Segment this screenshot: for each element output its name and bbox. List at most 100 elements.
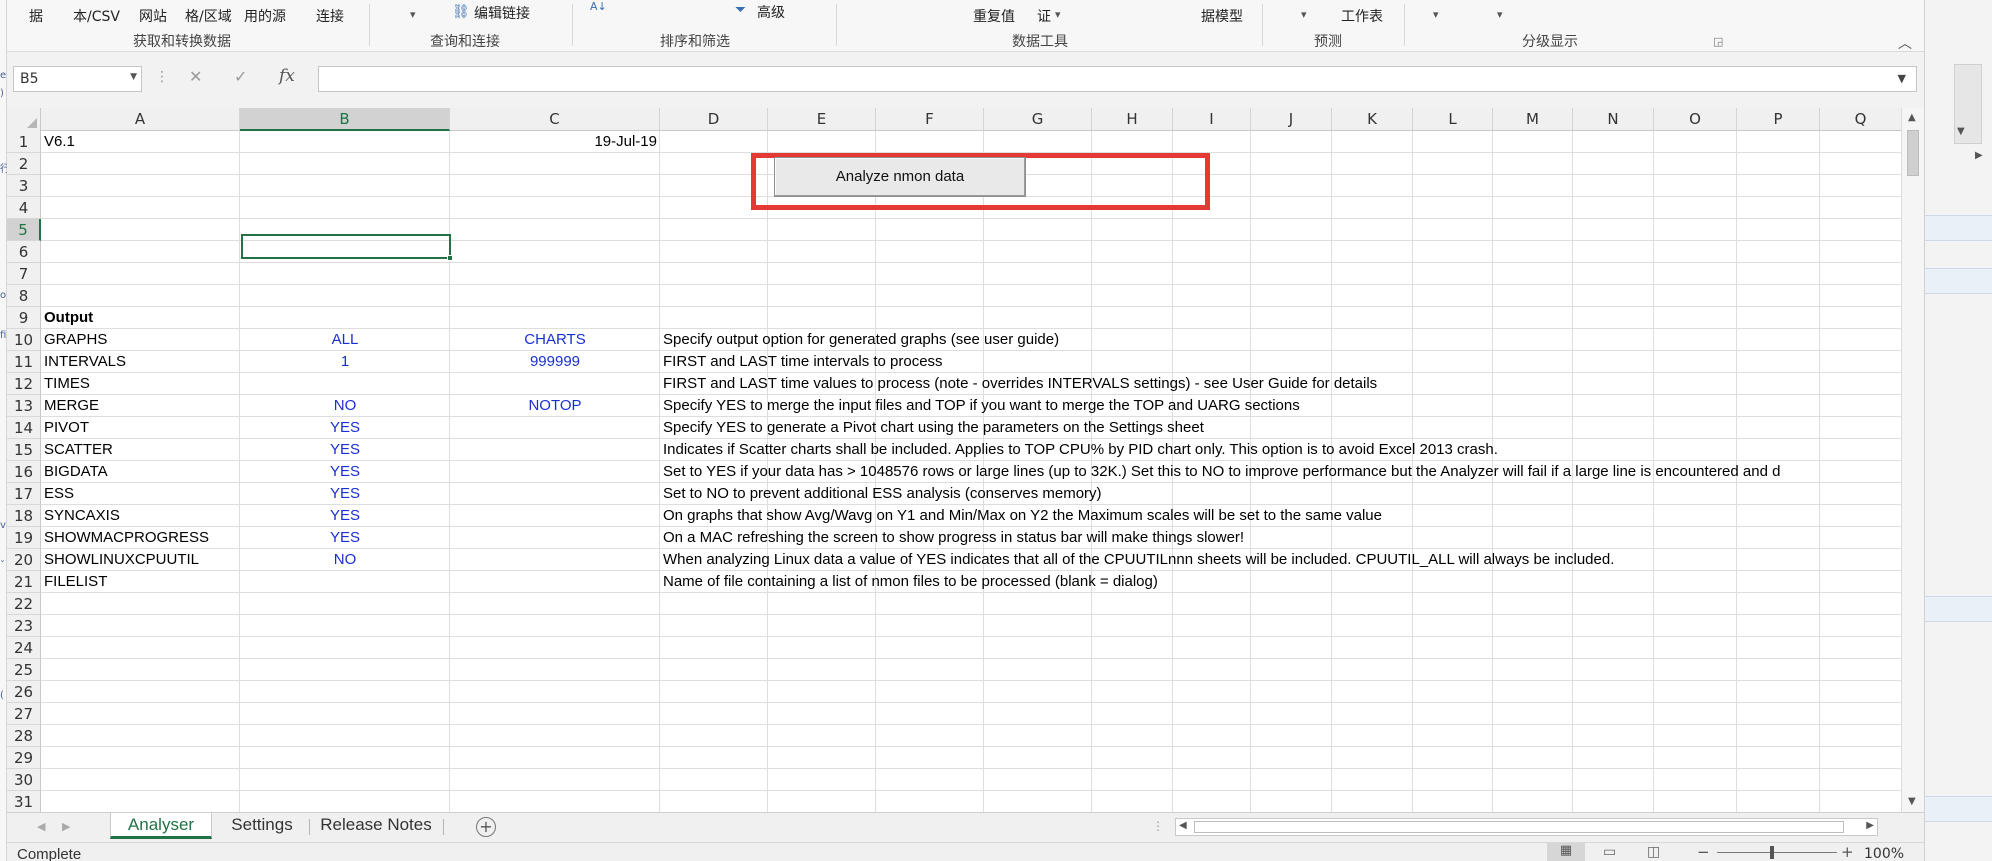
expand-formula-bar-icon[interactable]: ▼ [1898,72,1906,85]
cell-a19[interactable]: SHOWMACPROGRESS [41,527,240,549]
row-header-29[interactable]: 29 [7,747,41,769]
ribbon-forecast-sheet[interactable]: 工作表 [1341,6,1383,26]
row-header-3[interactable]: 3 [7,175,41,197]
ribbon-data-validation[interactable]: 证 [1037,6,1051,26]
cell-c11[interactable]: 999999 [450,351,660,373]
page-layout-view-icon[interactable]: ▭ [1603,844,1616,860]
cell-a13[interactable]: MERGE [41,395,240,417]
cell-a10[interactable]: GRAPHS [41,329,240,351]
ribbon-from-web[interactable]: 网站 [139,6,167,26]
cell-b19[interactable]: YES [240,527,450,549]
cell-a12[interactable]: TIMES [41,373,240,395]
ribbon-data-model[interactable]: 据模型 [1201,6,1243,26]
row-header-27[interactable]: 27 [7,703,41,725]
row-header-6[interactable]: 6 [7,241,41,263]
cell-c1[interactable]: 19-Jul-19 [450,131,660,153]
tab-settings[interactable]: Settings [216,813,308,839]
cell-d12[interactable]: FIRST and LAST time values to process (n… [660,373,1901,395]
page-break-preview-icon[interactable]: ◫ [1647,844,1660,860]
cell-c10[interactable]: CHARTS [450,329,660,351]
cell-a17[interactable]: ESS [41,483,240,505]
ribbon-recent-sources[interactable]: 用的源 [244,6,286,26]
ribbon-from-text-csv[interactable]: 本/CSV [73,6,120,26]
column-header-i[interactable]: I [1173,108,1251,131]
cell-b16[interactable]: YES [240,461,450,483]
tab-scroll-right-icon[interactable]: ▶ [62,820,70,833]
zoom-slider[interactable] [1717,852,1837,853]
cell-b17[interactable]: YES [240,483,450,505]
analyze-nmon-data-button[interactable]: Analyze nmon data [774,157,1026,197]
column-header-n[interactable]: N [1573,108,1654,131]
column-header-d[interactable]: D [660,108,768,131]
drag-handle-icon[interactable]: ⋮ [155,69,169,85]
ribbon-existing-connections[interactable]: 连接 [316,6,344,26]
scroll-up-icon[interactable]: ▲ [1908,112,1916,123]
formula-input[interactable]: ▼ [318,66,1917,92]
insert-function-icon[interactable]: fx [279,66,295,86]
cell-d20[interactable]: When analyzing Linux data a value of YES… [660,549,1901,571]
ribbon-from-table-range[interactable]: 格/区域 [185,6,232,26]
chevron-down-icon[interactable]: ▾ [1301,8,1307,21]
column-header-f[interactable]: F [876,108,984,131]
spreadsheet-grid[interactable]: ABCDEFGHIJKLMNOPQ 1 2 3 4 5 6 7 8 9 10 11 12 13 14 15 1… [7,108,1902,813]
cell-b14[interactable]: YES [240,417,450,439]
column-header-b[interactable]: B [240,108,450,131]
row-header-23[interactable]: 23 [7,615,41,637]
cell-d15[interactable]: Indicates if Scatter charts shall be inc… [660,439,1901,461]
column-header-m[interactable]: M [1493,108,1573,131]
cell-c13[interactable]: NOTOP [450,395,660,417]
cell-a15[interactable]: SCATTER [41,439,240,461]
cell-a18[interactable]: SYNCAXIS [41,505,240,527]
ribbon-edit-links[interactable]: 编辑链接 [474,3,530,23]
cell-b13[interactable]: NO [240,395,450,417]
scroll-down-icon[interactable]: ▼ [1908,796,1916,807]
select-all-corner[interactable] [7,108,41,131]
row-header-4[interactable]: 4 [7,197,41,219]
check-icon[interactable]: ✓ [234,67,247,86]
cell-b18[interactable]: YES [240,505,450,527]
cell-d13[interactable]: Specify YES to merge the input files and… [660,395,1901,417]
row-header-31[interactable]: 31 [7,791,41,813]
cell-d21[interactable]: Name of file containing a list of nmon f… [660,571,1901,593]
collapse-ribbon-icon[interactable]: ︿ [1898,33,1912,53]
row-header-16[interactable]: 16 [7,461,41,483]
column-header-j[interactable]: J [1251,108,1332,131]
cell-a11[interactable]: INTERVALS [41,351,240,373]
column-header-e[interactable]: E [768,108,876,131]
row-header-30[interactable]: 30 [7,769,41,791]
row-header-11[interactable]: 11 [7,351,41,373]
row-header-14[interactable]: 14 [7,417,41,439]
row-header-20[interactable]: 20 [7,549,41,571]
zoom-level[interactable]: 100% [1864,846,1904,861]
row-header-1[interactable]: 1 [7,131,41,153]
row-header-26[interactable]: 26 [7,681,41,703]
horizontal-scrollbar[interactable]: ◀ ▶ [1175,818,1878,836]
chevron-down-icon[interactable]: ▾ [1055,8,1061,21]
cell-d14[interactable]: Specify YES to generate a Pivot chart us… [660,417,1901,439]
tab-splitter-handle-icon[interactable]: ⋮ [1152,819,1164,833]
ribbon-advanced[interactable]: 高级 [757,2,785,22]
row-header-28[interactable]: 28 [7,725,41,747]
scroll-left-icon[interactable]: ◀ [1179,820,1187,831]
column-header-k[interactable]: K [1332,108,1413,131]
ribbon-get-data-fragment[interactable]: 据 [29,6,43,26]
zoom-slider-thumb[interactable] [1770,846,1774,859]
cell-d10[interactable]: Specify output option for generated grap… [660,329,1901,351]
chevron-down-icon[interactable]: ▾ [410,8,416,21]
cell-d17[interactable]: Set to NO to prevent additional ESS anal… [660,483,1901,505]
cell-a20[interactable]: SHOWLINUXCPUUTIL [41,549,240,571]
zoom-in-icon[interactable]: + [1841,843,1854,861]
cell-d16[interactable]: Set to YES if your data has > 1048576 ro… [660,461,1901,483]
normal-view-icon[interactable]: ▦ [1547,843,1585,861]
row-header-13[interactable]: 13 [7,395,41,417]
row-header-18[interactable]: 18 [7,505,41,527]
cell-d11[interactable]: FIRST and LAST time intervals to process [660,351,1901,373]
tab-analyser[interactable]: Analyser [110,813,212,839]
selected-cell-b5[interactable] [241,234,453,261]
sort-icon[interactable]: A↓ [590,0,607,13]
column-header-l[interactable]: L [1413,108,1493,131]
cell-a14[interactable]: PIVOT [41,417,240,439]
column-header-h[interactable]: H [1092,108,1173,131]
row-header-9[interactable]: 9 [7,307,41,329]
scroll-right-icon[interactable]: ▶ [1866,820,1874,831]
